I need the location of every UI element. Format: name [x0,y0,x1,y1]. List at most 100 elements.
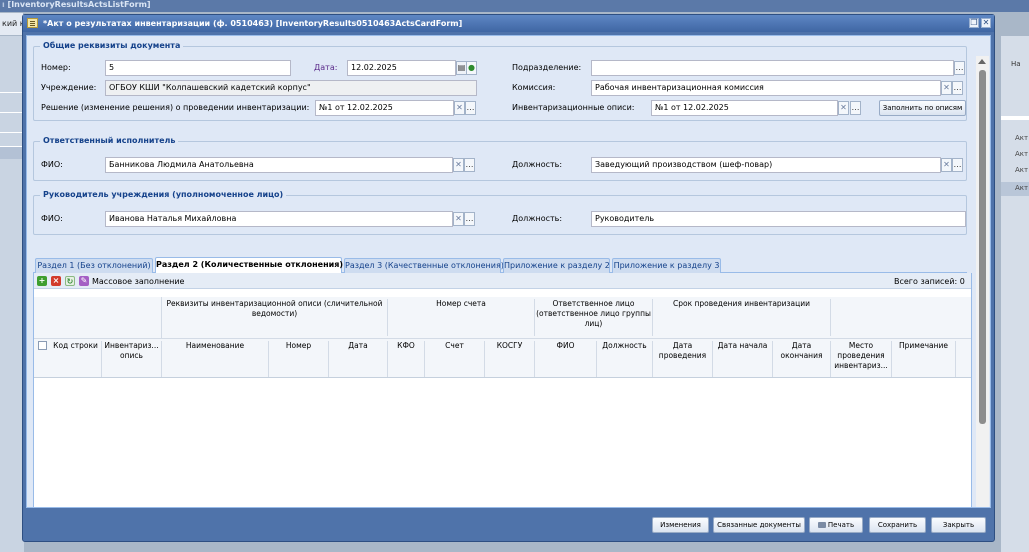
date-input[interactable]: 12.02.2025 [347,60,456,76]
clear-commission-icon[interactable]: ✕ [941,81,952,95]
refresh-date-icon[interactable]: ● [466,61,477,75]
tab-section-2[interactable]: Раздел 2 (Количественные отклонения) [155,257,343,274]
background-row-label[interactable]: Акт [1015,134,1028,142]
clear-decision-icon[interactable]: ✕ [454,101,465,115]
institution-field: ОГБОУ КШИ "Колпашевский кадетский корпус… [105,80,477,96]
clear-head-icon[interactable]: ✕ [453,212,464,226]
select-decision-icon[interactable]: … [465,101,476,115]
background-column-header: На [1011,60,1021,68]
refresh-icon[interactable]: ↻ [65,276,75,286]
background-list-right: На Акт Акт Акт Акт [1001,36,1029,552]
head-position-label: Должность: [512,214,563,223]
column-place[interactable]: Место проведения инвентариз... [831,341,892,377]
select-subdivision-icon[interactable]: … [954,61,965,75]
tab-section-1[interactable]: Раздел 1 (Без отклонений) [35,258,153,273]
column-date[interactable]: Дата [329,341,388,377]
column-note[interactable]: Примечание [892,341,956,377]
background-row-label[interactable]: Акт [1015,166,1028,174]
background-list-left [0,36,24,552]
column-end-date[interactable]: Дата окончания [773,341,831,377]
tab-appendix-3[interactable]: Приложение к разделу 3 [612,258,721,273]
select-responsible-icon[interactable]: … [464,158,475,172]
background-tab[interactable]: кий ка [0,13,24,35]
inventories-label: Инвентаризационные описи: [512,103,635,112]
card-form-window: *Акт о результатах инвентаризации (ф. 05… [22,14,995,542]
document-icon [27,18,38,28]
window-title: *Акт о результатах инвентаризации (ф. 05… [43,19,463,28]
responsible-fio-input[interactable]: Банникова Людмила Анатольевна [105,157,453,173]
select-head-icon[interactable]: … [464,212,475,226]
add-row-icon[interactable]: + [37,276,47,286]
clear-responsible-icon[interactable]: ✕ [453,158,464,172]
column-inventory[interactable]: Инвентариз... опись [102,341,162,377]
background-row [0,132,24,145]
select-commission-icon[interactable]: … [952,81,963,95]
column-kosgu[interactable]: КОСГУ [485,341,535,377]
responsible-position-label: Должность: [512,160,563,169]
restore-window-button[interactable]: ❐ [969,18,979,28]
header-divider [34,338,971,339]
commission-label: Комиссия: [512,83,556,92]
total-records-label: Всего записей: 0 [894,277,965,286]
grid-body-empty[interactable] [34,379,971,507]
grid-toolbar: + × ↻ ✎ Массовое заполнение Всего записе… [34,273,971,289]
window-title-bar[interactable]: *Акт о результатах инвентаризации (ф. 05… [23,15,994,32]
delete-row-icon[interactable]: × [51,276,61,286]
column-number[interactable]: Номер [269,341,329,377]
header-group-spacer [34,297,162,338]
column-date-held[interactable]: Дата проведения [653,341,713,377]
column-name[interactable]: Наименование [162,341,269,377]
subdivision-label: Подразделение: [512,63,582,72]
decision-label: Решение (изменение решения) о проведении… [41,103,310,112]
bulk-fill-icon[interactable]: ✎ [79,276,89,286]
form-scrollbar[interactable] [976,56,989,507]
select-inventories-icon[interactable]: … [850,101,861,115]
grid-header: Реквизиты инвентаризационной описи (слич… [34,297,971,378]
fieldset-head-legend: Руководитель учреждения (уполномоченное … [40,190,287,199]
column-account[interactable]: Счет [425,341,485,377]
related-documents-button[interactable]: Связанные документы [713,517,805,533]
number-input[interactable]: 5 [105,60,291,76]
column-kfo[interactable]: КФО [388,341,425,377]
print-button[interactable]: Печать [809,517,863,533]
responsible-fio-label: ФИО: [41,160,63,169]
fieldset-responsible-legend: Ответственный исполнитель [40,136,179,145]
scroll-up-icon[interactable] [978,59,986,64]
save-button[interactable]: Сохранить [869,517,926,533]
column-position[interactable]: Должность [597,341,653,377]
background-row-label[interactable]: Акт [1015,150,1028,158]
head-position-input[interactable]: Руководитель [591,211,966,227]
background-row-label[interactable]: Акт [1015,184,1028,192]
fieldset-general: Общие реквизиты документа Номер: 5 Дата:… [33,41,967,121]
responsible-position-input[interactable]: Заведующий производством (шеф-повар) [591,157,941,173]
tab-appendix-2[interactable]: Приложение к разделу 2 [503,258,610,273]
background-divider [1001,116,1029,120]
tab-section-3[interactable]: Раздел 3 (Качественные отклонения) [344,258,504,273]
changes-button[interactable]: Изменения [652,517,709,533]
head-fio-input[interactable]: Иванова Наталья Михайловна [105,211,453,227]
close-window-button[interactable]: ✕ [981,18,991,28]
close-button[interactable]: Закрыть [931,517,986,533]
date-label: Дата: [314,63,338,72]
header-group-inventory: Реквизиты инвентаризационной описи (слич… [162,299,388,336]
clear-inventories-icon[interactable]: ✕ [838,101,849,115]
clear-position-icon[interactable]: ✕ [941,158,952,172]
commission-input[interactable]: Рабочая инвентаризационная комиссия [591,80,941,96]
decision-input[interactable]: №1 от 12.02.2025 [315,100,454,116]
select-all-checkbox[interactable] [38,341,47,350]
header-group-account: Номер счета [388,299,535,336]
column-row-code[interactable]: Код строки [50,341,102,377]
footer-toolbar: Изменения Связанные документы Печать Сох… [26,513,991,539]
inventories-input[interactable]: №1 от 12.02.2025 [651,100,838,116]
background-row-selected [0,146,24,159]
background-row [0,112,24,125]
subdivision-input[interactable] [591,60,954,76]
fill-by-inventories-button[interactable]: Заполнить по описям [879,100,966,116]
scroll-thumb[interactable] [979,70,986,424]
institution-label: Учреждение: [41,83,97,92]
column-start-date[interactable]: Дата начала [713,341,773,377]
select-position-icon[interactable]: … [952,158,963,172]
header-group-responsible: Ответственное лицо (ответственное лицо г… [535,299,653,336]
column-fio[interactable]: ФИО [535,341,597,377]
bulk-fill-button[interactable]: Массовое заполнение [92,277,184,286]
